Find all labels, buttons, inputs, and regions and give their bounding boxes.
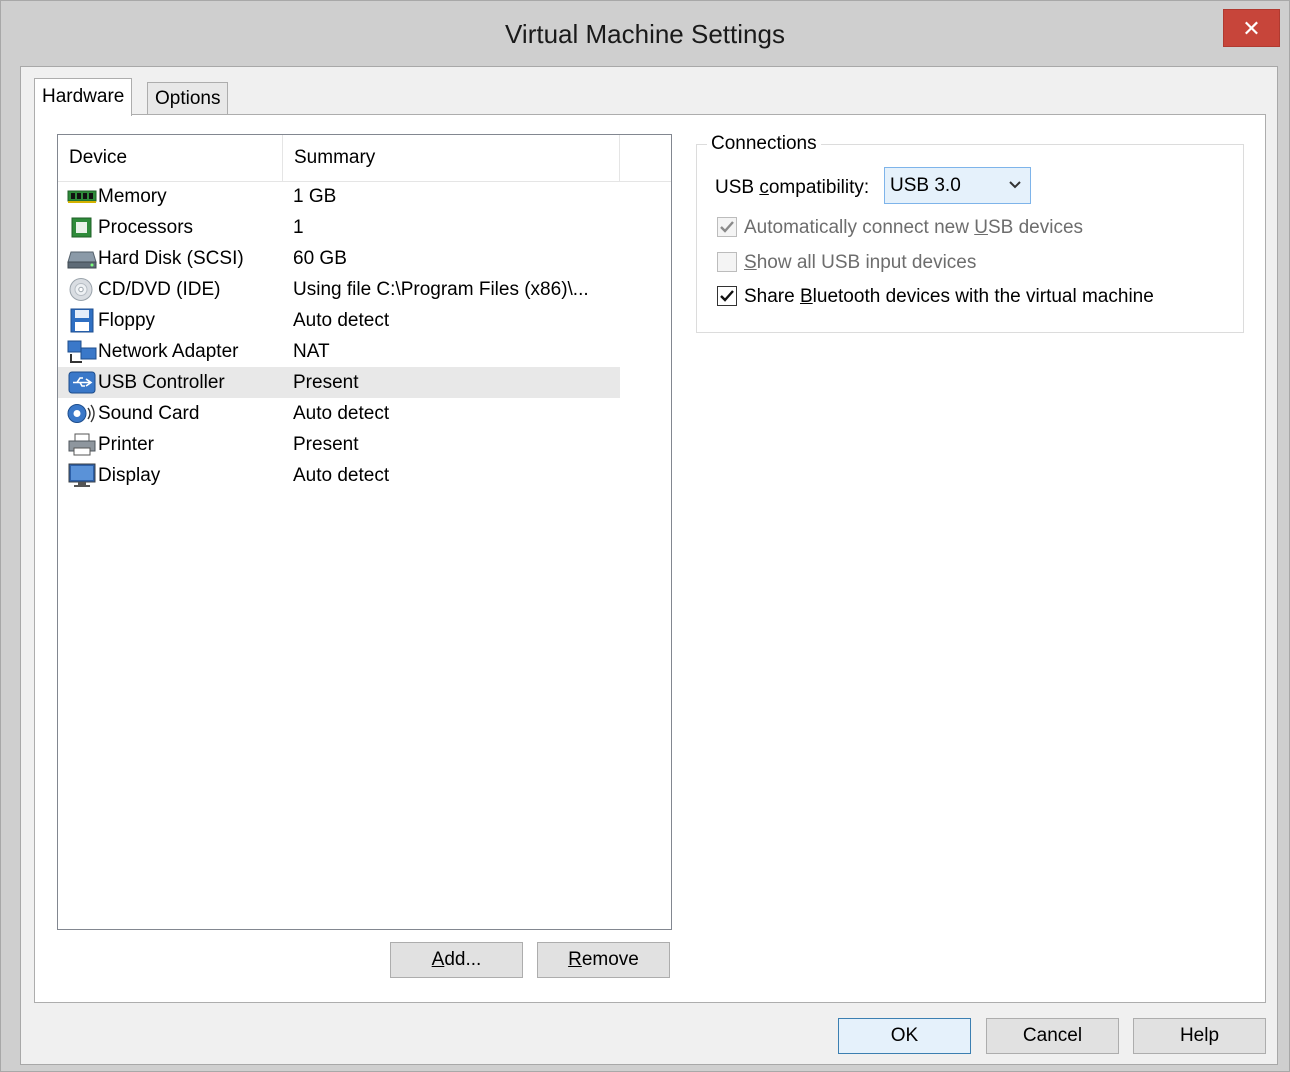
vm-settings-window: Virtual Machine Settings ✕ Hardware Opti… <box>0 0 1290 1072</box>
device-row-hard-disk[interactable]: Hard Disk (SCSI) 60 GB <box>58 243 620 274</box>
window-title: Virtual Machine Settings <box>505 19 785 49</box>
mnemonic-letter: A <box>431 949 445 970</box>
column-header-filler <box>620 135 671 181</box>
device-name: Sound Card <box>98 403 200 424</box>
printer-icon <box>68 433 96 456</box>
device-summary: NAT <box>293 341 330 362</box>
device-summary: Auto detect <box>293 403 390 424</box>
display-icon <box>68 463 96 487</box>
share-bluetooth-checkbox[interactable] <box>717 286 737 306</box>
usb-compatibility-select[interactable]: USB 3.0 <box>884 167 1031 204</box>
show-usb-input-label: Show all USB input devices <box>744 250 976 276</box>
tab-hardware[interactable]: Hardware <box>34 78 133 116</box>
mnemonic-letter: S <box>744 252 757 273</box>
title-bar[interactable]: Virtual Machine Settings ✕ <box>1 1 1289 65</box>
device-row-network-adapter[interactable]: Network Adapter NAT <box>58 336 620 367</box>
ok-button[interactable]: OK <box>838 1018 971 1054</box>
device-summary: Present <box>293 372 359 393</box>
device-name: CD/DVD (IDE) <box>98 279 221 300</box>
device-name: Hard Disk (SCSI) <box>98 248 244 269</box>
device-row-floppy[interactable]: Floppy Auto detect <box>58 305 620 336</box>
close-button[interactable]: ✕ <box>1223 9 1280 47</box>
hard-disk-icon <box>67 251 97 269</box>
usb-compatibility-value: USB 3.0 <box>890 175 961 196</box>
show-usb-input-checkbox[interactable] <box>717 252 737 272</box>
cd-dvd-icon <box>69 278 93 301</box>
column-header-device[interactable]: Device <box>58 135 283 181</box>
label-part: Automatically connect new <box>744 217 975 238</box>
label-part: luetooth devices with the virtual machin… <box>812 286 1154 307</box>
floppy-icon <box>70 308 94 333</box>
device-row-usb-controller[interactable]: USB Controller Present <box>58 367 620 398</box>
device-row-sound-card[interactable]: Sound Card Auto detect <box>58 398 620 429</box>
device-name: Network Adapter <box>98 341 239 362</box>
device-row-display[interactable]: Display Auto detect <box>58 460 620 491</box>
remove-device-button[interactable]: Remove <box>537 942 670 978</box>
device-name: Processors <box>98 217 194 238</box>
usb-compatibility-label: USB compatibility: <box>715 173 869 203</box>
label-part: dd... <box>444 949 482 970</box>
label-part: ompatibility: <box>768 177 870 198</box>
device-row-memory[interactable]: Memory 1 GB <box>58 181 620 212</box>
auto-connect-usb-label: Automatically connect new USB devices <box>744 215 1083 241</box>
help-button[interactable]: Help <box>1133 1018 1266 1054</box>
device-list[interactable]: Device Summary Memory 1 GB Processors 1 … <box>57 134 672 930</box>
label-part: USB <box>715 177 760 198</box>
label-part: SB devices <box>987 217 1084 238</box>
mnemonic-letter: c <box>759 177 769 198</box>
share-bluetooth-label: Share Bluetooth devices with the virtual… <box>744 284 1154 310</box>
chevron-down-icon <box>1009 181 1021 189</box>
connections-group: Connections USB compatibility: USB 3.0 A… <box>696 133 1244 333</box>
connections-group-title: Connections <box>707 133 821 155</box>
device-summary: 1 <box>293 217 304 238</box>
device-name: USB Controller <box>98 372 225 393</box>
device-summary: Using file C:\Program Files (x86)\... <box>293 279 589 300</box>
tab-options[interactable]: Options <box>147 82 229 116</box>
label-part: emove <box>581 949 639 970</box>
network-adapter-icon <box>67 340 97 363</box>
device-summary: Auto detect <box>293 465 390 486</box>
sound-card-icon <box>67 404 95 423</box>
auto-connect-usb-checkbox[interactable] <box>717 217 737 237</box>
cancel-button[interactable]: Cancel <box>986 1018 1119 1054</box>
device-name: Memory <box>98 186 167 207</box>
processor-icon <box>71 217 92 238</box>
mnemonic-letter: B <box>799 286 813 307</box>
usb-icon <box>68 371 96 394</box>
device-summary: 60 GB <box>293 248 347 269</box>
hardware-tab-panel: Device Summary Memory 1 GB Processors 1 … <box>34 114 1266 1003</box>
checkmark-icon <box>720 290 734 302</box>
column-header-summary[interactable]: Summary <box>283 135 620 181</box>
mnemonic-letter: U <box>974 217 988 238</box>
device-row-cd-dvd[interactable]: CD/DVD (IDE) Using file C:\Program Files… <box>58 274 620 305</box>
mnemonic-letter: R <box>568 949 582 970</box>
label-part: how all USB input devices <box>756 252 977 273</box>
device-name: Printer <box>98 434 154 455</box>
checkmark-icon <box>720 221 734 233</box>
device-row-printer[interactable]: Printer Present <box>58 429 620 460</box>
device-row-processors[interactable]: Processors 1 <box>58 212 620 243</box>
device-name: Floppy <box>98 310 156 331</box>
dialog-client-area: Hardware Options Device Summary Memory 1… <box>20 66 1278 1065</box>
add-device-button[interactable]: Add... <box>390 942 523 978</box>
close-icon: ✕ <box>1242 16 1261 41</box>
memory-icon <box>67 190 97 203</box>
label-part: Share <box>744 286 800 307</box>
device-summary: Auto detect <box>293 310 390 331</box>
device-summary: Present <box>293 434 359 455</box>
device-list-header: Device Summary <box>58 135 671 182</box>
device-summary: 1 GB <box>293 186 337 207</box>
device-name: Display <box>98 465 161 486</box>
